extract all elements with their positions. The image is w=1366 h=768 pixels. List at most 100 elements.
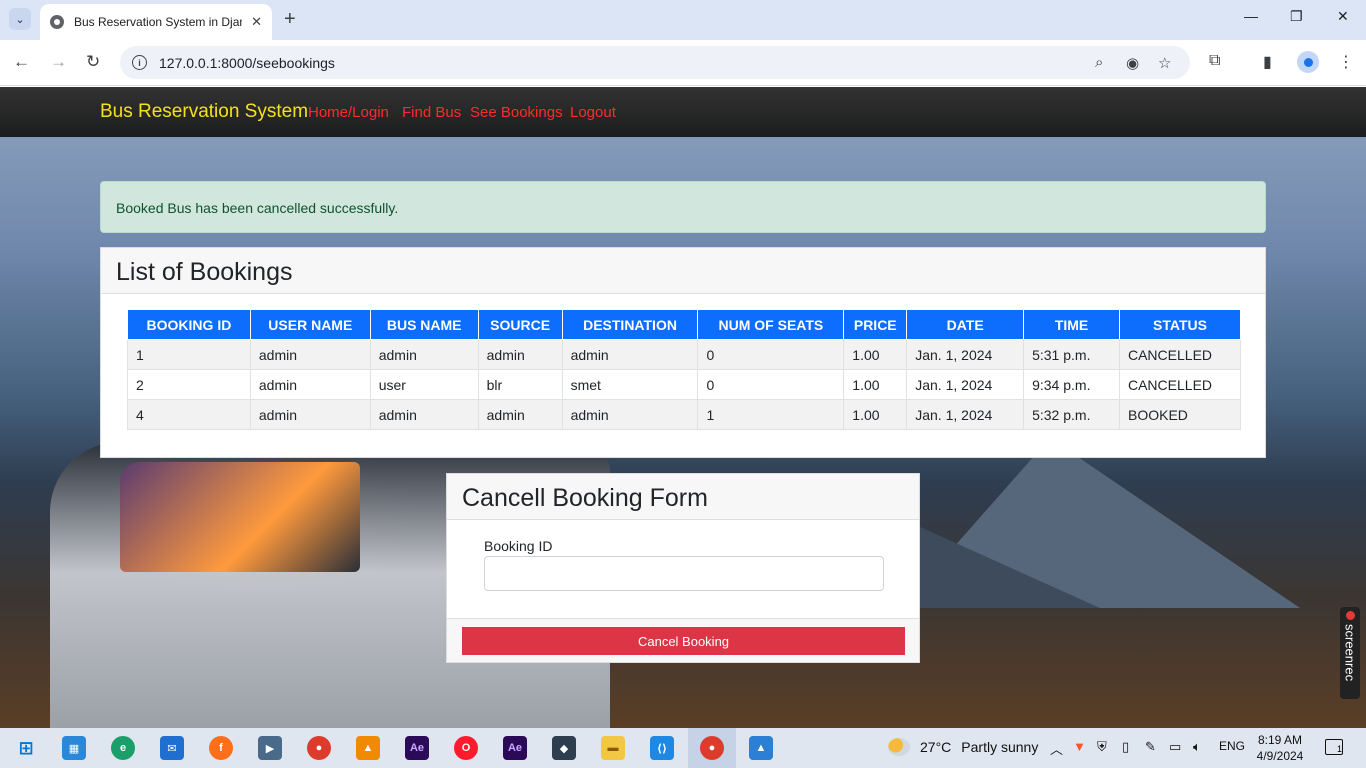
new-tab-icon[interactable]: + (284, 8, 296, 30)
table-cell: smet (561, 369, 699, 400)
opera-icon[interactable]: O (454, 736, 478, 760)
after-effects-icon[interactable]: Ae (405, 736, 429, 760)
table-cell: 2 (127, 369, 251, 400)
weather-widget[interactable]: 27°C Partly sunny (888, 738, 1038, 756)
forward-icon[interactable]: → (50, 52, 67, 72)
chevron-up-icon[interactable]: ︿ (1050, 739, 1063, 758)
restore-icon[interactable]: ❐ (1290, 8, 1303, 25)
photos-icon[interactable]: ▲ (749, 736, 773, 760)
volume-icon[interactable]: 🔈︎ (1193, 739, 1201, 755)
table-cell: CANCELLED (1118, 339, 1242, 370)
booking-id-label: Booking ID (484, 538, 553, 554)
windows-start-icon[interactable]: ⊞ (14, 736, 38, 760)
edge-icon[interactable]: e (111, 736, 135, 760)
nav-link-logout[interactable]: Logout (570, 104, 616, 121)
table-row: 1 admin admin admin admin 0 1.00 Jan. 1,… (127, 339, 1242, 370)
pen-icon[interactable]: ✎ (1145, 739, 1156, 755)
table-cell: blr (477, 369, 563, 400)
partly-sunny-icon (888, 738, 910, 756)
url-text: 127.0.0.1:8000/seebookings (159, 54, 335, 71)
chrome-icon[interactable]: ● (307, 736, 331, 760)
nav-link-see-bookings[interactable]: See Bookings (470, 104, 563, 121)
app-icon[interactable]: ◆ (552, 736, 576, 760)
back-icon[interactable]: ← (13, 52, 30, 72)
table-row: 2 admin user blr smet 0 1.00 Jan. 1, 202… (127, 369, 1242, 400)
page-viewport: Bus Reservation System Home/Login Find B… (0, 87, 1366, 728)
vscode-icon[interactable]: ⟨⟩ (650, 736, 674, 760)
nav-link-find-bus[interactable]: Find Bus (402, 104, 461, 121)
security-icon[interactable]: ⛨ (1097, 739, 1107, 755)
language-indicator[interactable]: ENG (1219, 739, 1245, 753)
form-title: Cancell Booking Form (447, 474, 919, 520)
extensions-icon[interactable]: ⧉ (1209, 52, 1220, 70)
cancel-booking-button[interactable]: Cancel Booking (462, 627, 905, 655)
zoom-icon[interactable]: ⌕ (1095, 54, 1103, 71)
usb-icon[interactable]: ▯ (1122, 739, 1129, 755)
bookmark-star-icon[interactable]: ☆ (1158, 54, 1171, 72)
table-cell: admin (249, 369, 371, 400)
clock-time: 8:19 AM (1257, 733, 1303, 747)
column-header: NUM OF SEATS (697, 309, 845, 340)
browser-tabstrip: ⌄ Bus Reservation System in Djan ✕ + — ❐… (0, 0, 1366, 40)
minimize-icon[interactable]: — (1244, 8, 1258, 24)
table-cell: admin (249, 339, 371, 370)
clock-date: 4/9/2024 (1256, 749, 1304, 763)
weather-desc: Partly sunny (961, 739, 1039, 755)
table-cell: admin (249, 399, 371, 430)
globe-icon (50, 15, 64, 29)
tab-close-icon[interactable]: ✕ (251, 14, 262, 30)
vlc-icon[interactable]: ▲ (356, 736, 380, 760)
screenrec-widget[interactable]: screenrec (1340, 607, 1360, 699)
table-header-row: BOOKING ID USER NAME BUS NAME SOURCE DES… (127, 309, 1242, 340)
cancel-booking-form: Cancell Booking Form Booking ID Cancel B… (446, 473, 920, 663)
table-cell: Jan. 1, 2024 (906, 399, 1025, 430)
notifications-icon[interactable]: 1 (1325, 739, 1343, 755)
background-bus-window (120, 462, 360, 572)
nav-link-home-login[interactable]: Home/Login (308, 104, 389, 121)
address-bar[interactable]: i 127.0.0.1:8000/seebookings ⌕ ◉ ☆ (120, 46, 1190, 79)
table-cell: 4 (127, 399, 251, 430)
side-panel-icon[interactable]: ▮ (1263, 52, 1272, 72)
browser-toolbar: ← → ↻ i 127.0.0.1:8000/seebookings ⌕ ◉ ☆… (0, 40, 1366, 86)
notification-count: 1 (1336, 744, 1342, 754)
table-cell: Jan. 1, 2024 (906, 369, 1025, 400)
success-alert: Booked Bus has been cancelled successful… (100, 181, 1266, 233)
windows-taskbar: ⊞ ▦ e ✉ f ▶ ● ▲ Ae O Ae ◆ ▬ ⟨⟩ ● ▲ 27°C … (0, 728, 1366, 768)
store-icon[interactable]: ▦ (62, 736, 86, 760)
booking-id-input[interactable] (484, 556, 884, 591)
column-header: DESTINATION (561, 309, 699, 340)
table-cell: admin (477, 399, 563, 430)
site-info-icon[interactable]: i (132, 55, 147, 70)
after-effects-icon-2[interactable]: Ae (503, 736, 527, 760)
column-header: STATUS (1118, 309, 1242, 340)
network-icon[interactable]: ▭ (1169, 739, 1181, 755)
bookings-title: List of Bookings (101, 248, 1265, 294)
tab-title: Bus Reservation System in Djan (74, 15, 242, 29)
tab-search-icon[interactable]: ⌄ (9, 8, 31, 30)
system-clock[interactable]: 8:19 AM 4/9/2024 (1254, 732, 1306, 764)
table-cell: 0 (697, 369, 845, 400)
column-header: BUS NAME (369, 309, 479, 340)
column-header: USER NAME (249, 309, 371, 340)
bookings-card: List of Bookings BOOKING ID USER NAME BU… (100, 247, 1266, 458)
table-cell: 9:34 p.m. (1023, 369, 1120, 400)
table-cell: BOOKED (1118, 399, 1242, 430)
browser-tab[interactable]: Bus Reservation System in Djan ✕ (40, 4, 272, 40)
table-cell: admin (369, 399, 479, 430)
reload-icon[interactable]: ↻ (86, 52, 100, 72)
table-cell: admin (477, 339, 563, 370)
menu-kebab-icon[interactable]: ⋮ (1338, 52, 1354, 72)
site-brand[interactable]: Bus Reservation System (100, 101, 308, 123)
file-explorer-icon[interactable]: ▬ (601, 736, 625, 760)
media-app-icon[interactable]: ▶ (258, 736, 282, 760)
window-close-icon[interactable]: ✕ (1337, 8, 1349, 25)
table-cell: user (369, 369, 479, 400)
eye-icon[interactable]: ◉ (1126, 54, 1139, 72)
chrome-active-icon[interactable]: ● (700, 736, 724, 760)
brave-icon[interactable]: ▼ (1073, 739, 1086, 754)
table-cell: 1.00 (843, 399, 908, 430)
mail-icon[interactable]: ✉ (160, 736, 184, 760)
table-cell: admin (561, 339, 699, 370)
profile-avatar[interactable] (1297, 51, 1319, 73)
firefox-icon[interactable]: f (209, 736, 233, 760)
